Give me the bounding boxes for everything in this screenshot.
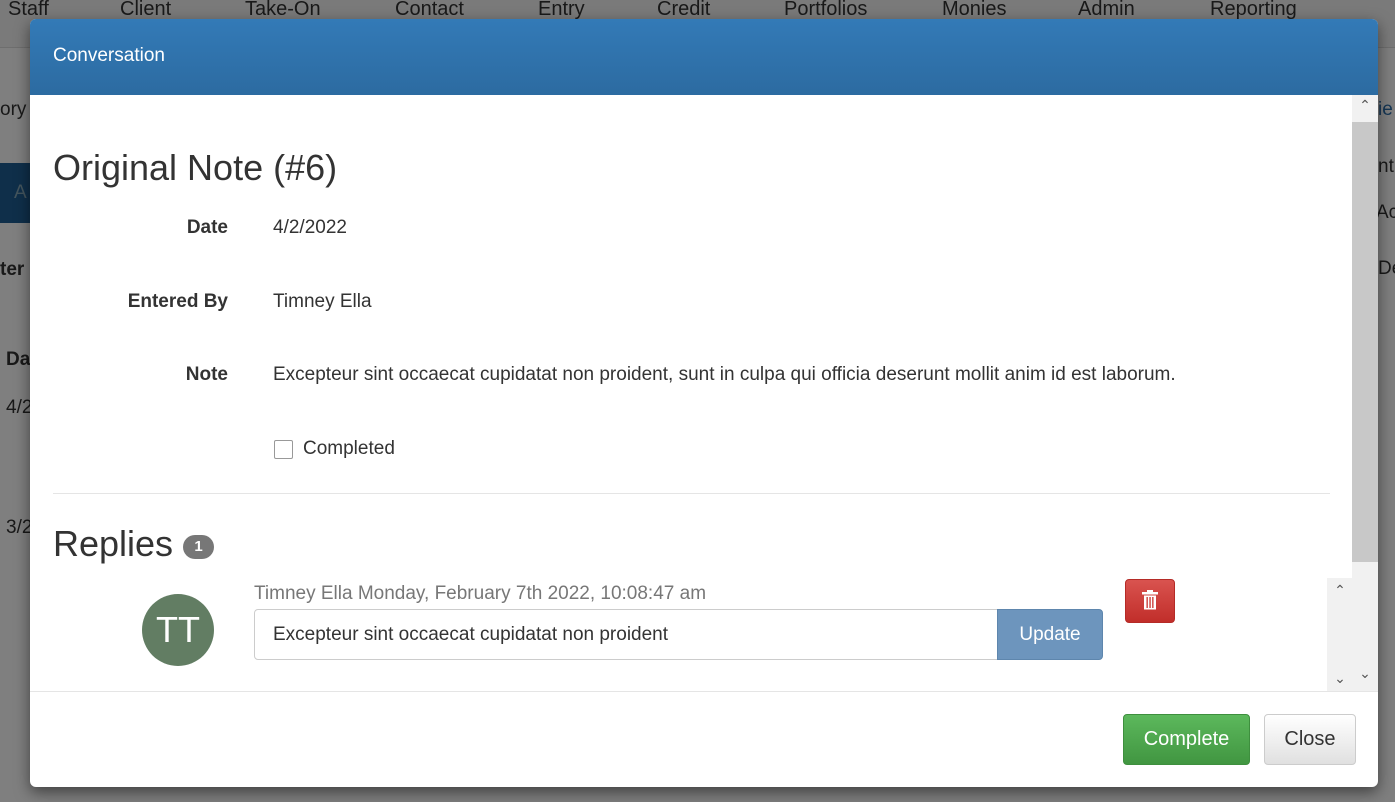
complete-button[interactable]: Complete	[1123, 714, 1250, 765]
entered-by-label: Entered By	[127, 291, 228, 312]
modal-title: Conversation	[53, 45, 165, 66]
completed-label[interactable]: Completed	[303, 438, 395, 460]
scroll-down-icon[interactable]: ⌄	[1327, 670, 1353, 687]
scroll-up-icon[interactable]: ⌃	[1327, 582, 1353, 599]
modal-header: Conversation	[30, 19, 1378, 95]
modal-body: Original Note (#6) Date 4/2/2022 Entered…	[30, 95, 1378, 691]
original-note-heading: Original Note (#6)	[53, 147, 338, 188]
note-label: Note	[185, 364, 228, 385]
replies-heading: Replies	[53, 523, 174, 564]
date-label: Date	[186, 217, 228, 238]
scrollbar-thumb[interactable]	[1352, 122, 1378, 562]
scroll-up-icon[interactable]: ⌃	[1352, 97, 1378, 114]
entered-by-value: Timney Ella	[273, 291, 372, 312]
trash-icon	[1142, 589, 1158, 609]
modal-footer: Complete Close	[30, 691, 1378, 787]
scroll-down-icon[interactable]: ⌄	[1352, 665, 1378, 682]
close-button[interactable]: Close	[1264, 714, 1356, 765]
replies-count-badge: 1	[183, 535, 214, 559]
completed-checkbox[interactable]	[274, 440, 293, 459]
reply-meta: Timney Ella Monday, February 7th 2022, 1…	[254, 583, 707, 604]
avatar: TT	[142, 594, 214, 666]
date-value: 4/2/2022	[273, 217, 347, 238]
replies-scrollbar[interactable]: ⌃ ⌄	[1327, 578, 1352, 691]
delete-reply-button[interactable]	[1125, 579, 1175, 623]
reply-text-input[interactable]	[254, 609, 998, 660]
divider	[53, 493, 1330, 494]
update-button[interactable]: Update	[997, 609, 1103, 660]
conversation-modal: Conversation Original Note (#6) Date 4/2…	[30, 19, 1378, 787]
note-value: Excepteur sint occaecat cupidatat non pr…	[273, 364, 1176, 385]
modal-scrollbar[interactable]: ⌃ ⌄	[1352, 95, 1378, 691]
